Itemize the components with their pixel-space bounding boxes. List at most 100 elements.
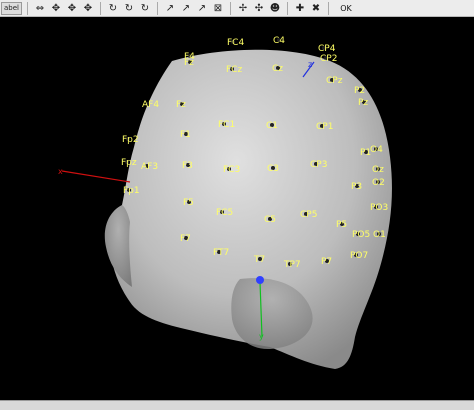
electrode-label: AF3 [141,162,158,172]
electrode-label: PO5 [352,230,370,240]
3d-viewport[interactable]: x y z C4 FC4 F4 Fz CP4 CP2 FCz Cz CPz P2 Pz AF4 Fz FC… [0,17,474,400]
electrode-fc5[interactable]: FC5 [216,208,233,218]
electrode-label: C5 [264,215,276,225]
electrode-f1[interactable]: F1 [180,130,191,140]
electrode-label: CP4 [318,44,336,54]
electrode-f3[interactable]: F3 [182,161,193,171]
move-arrows-icon[interactable]: ✥ [49,1,63,16]
electrode-label: PO3 [370,203,388,213]
axis-x-icon[interactable]: ↗ [163,1,177,16]
electrode-tp7[interactable]: TP7 [283,260,301,270]
electrode-label: C3 [267,164,279,174]
electrode-ft7[interactable]: FT7 [213,248,229,258]
rotate-y-icon[interactable]: ↻ [122,1,136,16]
electrode-o4[interactable]: O4 [370,145,383,155]
electrode-c1[interactable]: C1 [266,121,278,131]
electrode-fc4[interactable]: FC4 [227,38,244,48]
electrode-p5[interactable]: P5 [336,220,347,230]
electrode-c3[interactable]: C3 [267,164,279,174]
axis-y-icon[interactable]: ↗ [179,1,193,16]
electrode-t7[interactable]: T7 [253,255,265,265]
electrode-label: Fp1 [123,186,140,196]
electrode-label: F5 [183,198,194,208]
electrode-fc3[interactable]: FC3 [223,165,240,175]
toolbar-separator [286,1,288,15]
electrode-fcz[interactable]: FCz [226,65,242,75]
toolbar-separator [26,1,28,15]
y-axis-marker: y [259,332,264,341]
electrode-pz[interactable]: Pz [358,98,368,108]
electrode-label: PO7 [350,251,368,261]
toolbar-separator [229,1,231,15]
origin-point [256,276,264,284]
electrode-fz[interactable]: Fz [184,58,194,68]
dual-arrows-icon[interactable]: ⇔ [33,1,47,16]
electrode-label: Pz [358,98,368,108]
electrode-cp2[interactable]: CP2 [320,54,337,64]
rotate-3d-icon[interactable]: ✣ [252,1,266,16]
electrode-f5[interactable]: F5 [183,198,194,208]
x-axis-line [61,170,131,183]
electrode-label: O2 [372,178,385,188]
electrode-c4[interactable]: C4 [273,36,285,46]
electrode-fc1[interactable]: FC1 [218,120,235,130]
add-icon[interactable]: ✚ [293,1,307,16]
electrode-po7[interactable]: PO7 [350,251,368,261]
electrode-f7[interactable]: F7 [180,234,191,244]
toolbar-separator [99,1,101,15]
toolbar: abel ⇔ ✥ ✥ ✥ ↻ ↻ ↻ ↗ ↗ ↗ ⊠ ✢ ✣ ☻ ✚ ✖ OK [0,0,474,17]
z-axis-marker: z [308,60,312,69]
electrode-label: FT7 [213,248,229,258]
electrode-p7[interactable]: P7 [321,257,332,267]
electrode-o2[interactable]: O2 [372,178,385,188]
delete-icon[interactable]: ✖ [309,1,323,16]
electrode-label: C4 [273,36,285,46]
electrode-po3[interactable]: PO3 [370,203,388,213]
electrode-label: AF4 [142,100,159,110]
electrode-label: Fp2 [122,135,139,145]
electrode-p2[interactable]: P2 [354,86,365,96]
close-small-icon[interactable]: ⊠ [211,1,225,16]
electrode-label: P2 [354,86,365,96]
electrode-cpz[interactable]: CPz [326,76,343,86]
electrode-label: F3 [182,161,193,171]
electrode-fpz[interactable]: Fpz [121,158,137,168]
move-arrows-2-icon[interactable]: ✥ [65,1,79,16]
electrode-label: Fpz [121,158,137,168]
electrode-o1[interactable]: O1 [373,230,386,240]
head-icon[interactable]: ☻ [268,1,282,16]
pan-icon[interactable]: ✢ [236,1,250,16]
electrode-label: F1 [180,130,191,140]
ok-button[interactable]: OK [339,1,353,16]
electrode-p3[interactable]: P3 [351,182,362,192]
axis-z-icon[interactable]: ↗ [195,1,209,16]
electrode-cp1[interactable]: CP1 [316,122,333,132]
electrode-cp4[interactable]: CP4 [318,44,336,54]
electrode-label: FC1 [218,120,235,130]
rotate-z-icon[interactable]: ↻ [138,1,152,16]
electrode-fp1[interactable]: Fp1 [123,186,140,196]
electrode-po5[interactable]: PO5 [352,230,370,240]
electrode-cz[interactable]: Cz [272,64,283,74]
electrode-cp3[interactable]: CP3 [310,160,327,170]
electrode-label: Cz [272,64,283,74]
electrode-oz[interactable]: Oz [372,165,384,175]
electrode-af3[interactable]: AF3 [141,162,158,172]
head-model-scene[interactable]: x y z C4FC4F4FzCP4CP2FCz CzCPzP2PzAF4 FzFC… [0,17,474,400]
move-arrows-3-icon[interactable]: ✥ [81,1,95,16]
rotate-x-icon[interactable]: ↻ [106,1,120,16]
electrode-c5[interactable]: C5 [264,215,276,225]
ear-surface [104,205,132,287]
electrode-label: P5 [336,220,347,230]
electrode-fp2[interactable]: Fp2 [122,135,139,145]
electrode-label: CP2 [320,54,337,64]
electrode-label: CP3 [310,160,327,170]
electrode-cp5[interactable]: CP5 [300,210,317,220]
label-toggle-button[interactable]: abel [1,1,22,15]
toolbar-separator [327,1,329,15]
electrode-af4[interactable]: AF4 [142,100,159,110]
electrode-label: O1 [373,230,386,240]
x-axis-marker: x [58,167,63,176]
electrode-label: FC3 [223,165,240,175]
electrode-fz[interactable]: Fz [176,100,186,110]
